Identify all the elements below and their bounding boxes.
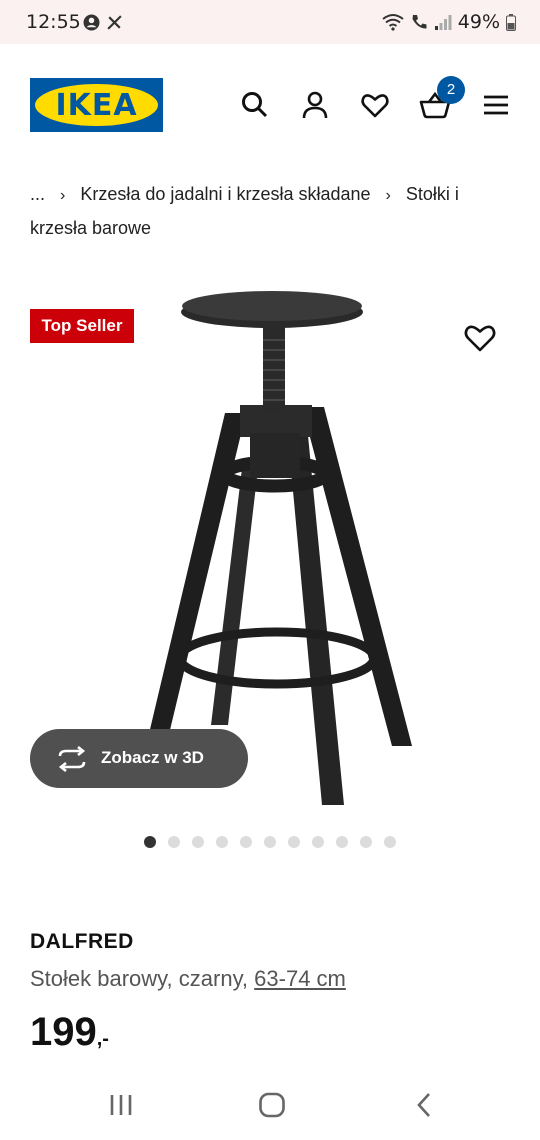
chevron-right-icon: › [385, 187, 391, 204]
call-icon [412, 15, 427, 29]
carousel-dot[interactable] [336, 836, 348, 848]
cart-count-badge[interactable]: 2 [437, 76, 465, 104]
product-size-link[interactable]: 63-74 cm [254, 966, 346, 991]
breadcrumb-ellipsis[interactable]: ... [30, 184, 45, 204]
carousel-dot[interactable] [144, 836, 156, 848]
status-right: 49% [382, 11, 516, 33]
carousel-dot[interactable] [168, 836, 180, 848]
home-icon[interactable] [258, 1090, 286, 1120]
top-seller-badge: Top Seller [30, 309, 134, 343]
search-icon[interactable] [240, 90, 270, 120]
product-description: Stołek barowy, czarny, 63-74 cm [30, 966, 346, 992]
product-description-text: Stołek barowy, czarny, [30, 966, 249, 991]
chevron-right-icon: › [60, 187, 66, 204]
product-price: 199,- [30, 1010, 109, 1055]
carousel-dot[interactable] [312, 836, 324, 848]
user-icon[interactable] [300, 90, 330, 120]
status-time: 12:55 [26, 11, 81, 33]
signal-icon [434, 15, 452, 30]
carousel-dot[interactable] [192, 836, 204, 848]
breadcrumb: ... › Krzesła do jadalni i krzesła skład… [30, 178, 510, 245]
carousel-dot[interactable] [360, 836, 372, 848]
carousel-dot[interactable] [240, 836, 252, 848]
view-in-3d-label: Zobacz w 3D [101, 748, 204, 767]
price-suffix: ,- [96, 1028, 109, 1050]
carousel-dot[interactable] [264, 836, 276, 848]
carousel-dot[interactable] [384, 836, 396, 848]
heart-icon[interactable] [360, 90, 390, 120]
carousel-dot[interactable] [288, 836, 300, 848]
status-left-icons [83, 14, 123, 31]
add-to-favourites-heart-icon[interactable] [463, 321, 497, 355]
recent-apps-icon[interactable] [108, 1090, 134, 1120]
view-in-3d-button[interactable]: Zobacz w 3D [30, 729, 248, 788]
menu-icon[interactable] [481, 90, 511, 120]
tools-icon [107, 15, 122, 30]
image-carousel-dots[interactable] [144, 836, 396, 848]
logo-text: IKEA [55, 87, 138, 123]
status-bar: 12:55 49% [0, 0, 540, 44]
wifi-icon [382, 14, 404, 31]
ikea-logo[interactable]: IKEA [30, 78, 163, 132]
product-name[interactable]: DALFRED [30, 930, 134, 954]
battery-percent: 49% [457, 11, 500, 33]
account-circle-icon [83, 14, 100, 31]
breadcrumb-item-chairs[interactable]: Krzesła do jadalni i krzesła składane [80, 184, 370, 204]
back-icon[interactable] [414, 1090, 434, 1120]
price-main: 199 [30, 1010, 97, 1054]
system-navigation-bar [0, 1072, 540, 1140]
rotate-3d-icon [58, 746, 86, 772]
battery-icon [506, 13, 516, 31]
carousel-dot[interactable] [216, 836, 228, 848]
